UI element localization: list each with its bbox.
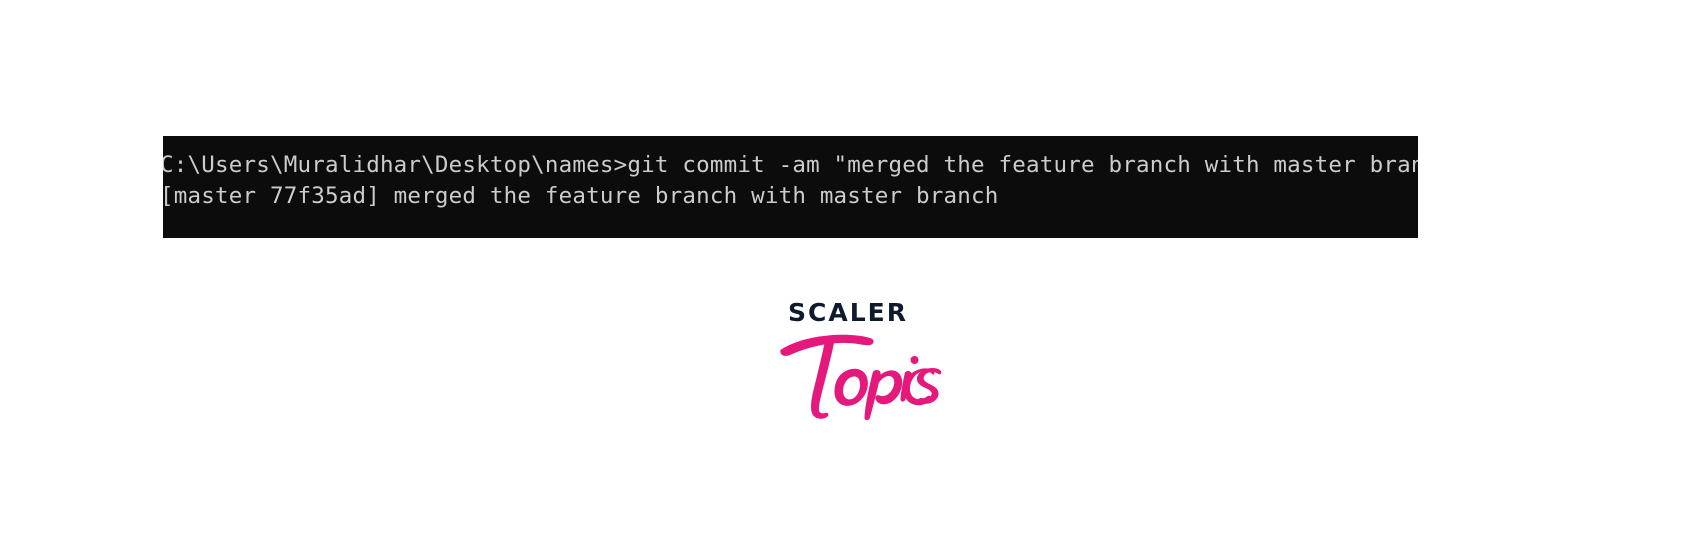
- scaler-topics-logo: SCALER: [772, 296, 942, 421]
- terminal-line-command: C:\Users\Muralidhar\Desktop\names>git co…: [163, 152, 1418, 178]
- terminal-window[interactable]: C:\Users\Muralidhar\Desktop\names>git co…: [163, 136, 1418, 238]
- logo-script-topics: [772, 322, 942, 421]
- terminal-output-area: C:\Users\Muralidhar\Desktop\names>git co…: [163, 150, 1418, 212]
- terminal-line-commit-result: [master 77f35ad] merged the feature bran…: [163, 183, 999, 209]
